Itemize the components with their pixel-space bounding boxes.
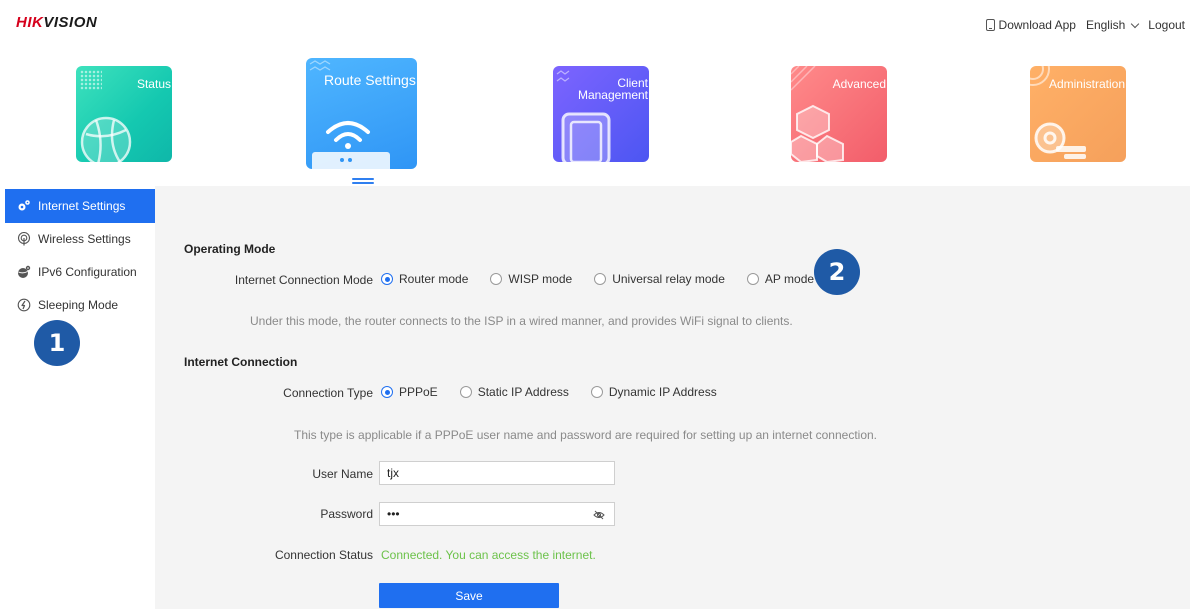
antenna-icon	[17, 232, 31, 246]
radio-label: WISP mode	[508, 272, 573, 286]
radio-dot	[490, 273, 503, 285]
radio-label: AP mode	[764, 272, 815, 286]
language-select[interactable]: English	[1085, 18, 1140, 32]
eye-off-icon[interactable]	[593, 509, 605, 521]
radio-pppoe[interactable]: PPPoE	[381, 385, 438, 399]
sidebar-item-wireless-settings[interactable]: Wireless Settings	[5, 222, 155, 256]
sidebar-item-label: Internet Settings	[38, 199, 126, 213]
connection-status-label: Connection Status	[274, 548, 373, 562]
connection-status-value: Connected. You can access the internet.	[381, 548, 596, 562]
tile-client-label: Client Management	[577, 76, 648, 102]
operating-mode-hint: Under this mode, the router connects to …	[250, 314, 793, 328]
language-label: English	[1085, 18, 1126, 32]
tile-status[interactable]: Status	[76, 66, 172, 162]
radio-label: PPPoE	[399, 385, 438, 399]
radio-dynamic-ip[interactable]: Dynamic IP Address	[590, 385, 717, 399]
sidebar-item-label: Sleeping Mode	[38, 298, 119, 312]
chevron-down-icon	[1131, 19, 1140, 28]
radio-router-mode[interactable]: Router mode	[381, 272, 468, 286]
radio-dot	[594, 273, 607, 285]
hikvision-logo: HIKVISION	[16, 14, 98, 31]
tile-route-label: Route Settings	[324, 72, 416, 88]
password-input[interactable]: •••	[379, 502, 615, 526]
download-app-label: Download App	[998, 18, 1076, 32]
phone-icon	[985, 19, 995, 31]
dots-pattern	[80, 70, 102, 90]
power-icon	[17, 298, 31, 312]
tile-advanced-label: Advanced	[832, 77, 886, 91]
save-button[interactable]: Save	[379, 583, 559, 608]
operating-mode-title: Operating Mode	[184, 242, 276, 256]
username-value: tjx	[387, 466, 399, 480]
main-content: Operating Mode Internet Connection Mode …	[155, 186, 1190, 609]
connection-type-label: Connection Type	[283, 386, 373, 400]
selected-tile-indicator	[352, 178, 374, 185]
radio-label: Universal relay mode	[612, 272, 725, 286]
radio-dot	[459, 386, 472, 398]
radio-label: Static IP Address	[477, 385, 569, 399]
cubes-icon	[791, 104, 844, 162]
radio-dot	[746, 273, 759, 285]
tile-administration[interactable]: Administration	[1030, 66, 1126, 162]
radio-label: Router mode	[399, 272, 469, 286]
globe-icon	[80, 116, 132, 162]
page: HIKVISION Download App English Logout St…	[0, 0, 1190, 609]
radio-dot	[590, 386, 603, 398]
username-label: User Name	[312, 467, 373, 481]
password-value: •••	[387, 507, 400, 521]
radio-label: Dynamic IP Address	[608, 385, 717, 399]
tile-status-label: Status	[136, 77, 171, 91]
tile-administration-label: Administration	[1048, 77, 1125, 91]
sidebar-item-label: IPv6 Configuration	[38, 265, 137, 279]
radio-dot	[381, 273, 393, 285]
connection-mode-radio-group: Router mode WISP mode Universal relay mo…	[381, 272, 836, 286]
callout-badge-1: 1	[34, 320, 80, 366]
connection-type-hint: This type is applicable if a PPPoE user …	[294, 428, 878, 442]
gears-icon	[17, 199, 31, 213]
gear-key-icon	[1034, 122, 1086, 159]
phone-tablet-icon	[561, 112, 611, 162]
internet-connection-title: Internet Connection	[184, 355, 298, 369]
tile-route-settings[interactable]: Route Settings	[306, 58, 417, 169]
sidebar-item-internet-settings[interactable]: Internet Settings	[5, 189, 155, 223]
callout-badge-2: 2	[814, 249, 860, 295]
radio-wisp-mode[interactable]: WISP mode	[490, 272, 572, 286]
sidebar-item-sleeping-mode[interactable]: Sleeping Mode	[5, 288, 155, 322]
connection-mode-label: Internet Connection Mode	[234, 273, 373, 287]
radio-universal-relay-mode[interactable]: Universal relay mode	[594, 272, 725, 286]
top-right-menu: Download App English Logout	[976, 18, 1185, 32]
tile-advanced[interactable]: Advanced	[791, 66, 887, 162]
sidebar: Internet Settings Wireless Settings IPv6…	[5, 186, 155, 609]
sidebar-item-label: Wireless Settings	[38, 232, 131, 246]
stripe-pattern	[791, 66, 816, 91]
router-wifi-icon	[312, 121, 390, 169]
tile-client-management[interactable]: Client Management	[553, 66, 649, 162]
download-app-link[interactable]: Download App	[985, 18, 1076, 32]
radio-ap-mode[interactable]: AP mode	[746, 272, 815, 286]
sidebar-item-ipv6-configuration[interactable]: IPv6 Configuration	[5, 255, 155, 289]
logout-link[interactable]: Logout	[1148, 18, 1185, 32]
radio-static-ip[interactable]: Static IP Address	[459, 385, 569, 399]
username-input[interactable]: tjx	[379, 461, 615, 485]
globe-gear-icon	[17, 265, 31, 279]
password-label: Password	[320, 507, 373, 521]
connection-type-radio-group: PPPoE Static IP Address Dynamic IP Addre…	[381, 385, 739, 399]
logout-label: Logout	[1148, 18, 1185, 32]
radio-dot	[381, 386, 393, 398]
